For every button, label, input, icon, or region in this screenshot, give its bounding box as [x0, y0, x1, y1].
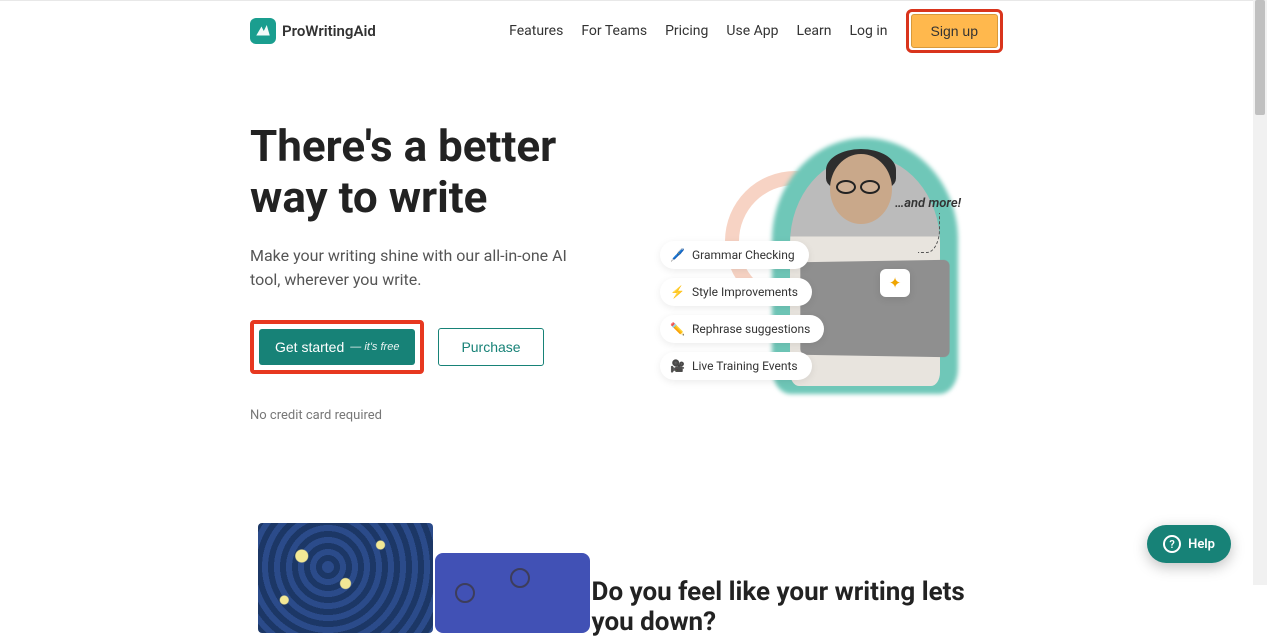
nav-features[interactable]: Features: [509, 23, 563, 39]
camera-icon: 🎥: [670, 359, 684, 373]
main-nav: Features For Teams Pricing Use App Learn…: [509, 9, 1003, 53]
nav-for-teams[interactable]: For Teams: [581, 23, 647, 39]
and-more-label: …and more!: [895, 196, 961, 211]
scrollbar-thumb[interactable]: [1255, 0, 1265, 115]
section-two: Do you feel like your writing lets you d…: [0, 423, 1253, 643]
hero-copy: There's a better way to write Make your …: [250, 121, 620, 423]
nav-learn[interactable]: Learn: [796, 23, 831, 39]
chip-grammar: 🖊️ Grammar Checking: [660, 241, 809, 269]
art-illustration: [250, 523, 532, 643]
chip-label: Rephrase suggestions: [692, 322, 810, 336]
cta-row: Get started — it's free Purchase: [250, 320, 620, 374]
header: ProWritingAid Features For Teams Pricing…: [0, 1, 1253, 61]
chip-label: Grammar Checking: [692, 248, 795, 262]
glasses-icon: [836, 180, 886, 194]
help-icon: ?: [1163, 535, 1181, 553]
signup-highlight-box: Sign up: [906, 9, 1003, 53]
pen-icon: 🖊️: [670, 248, 684, 262]
brand-name: ProWritingAid: [282, 22, 376, 40]
sparkle-icon: ✦: [880, 269, 910, 297]
chip-rephrase: ✏️ Rephrase suggestions: [660, 315, 824, 343]
hero-subhead: Make your writing shine with our all-in-…: [250, 244, 580, 292]
pencil-icon: ✏️: [670, 322, 684, 336]
purchase-button[interactable]: Purchase: [438, 328, 543, 366]
signup-button[interactable]: Sign up: [911, 14, 998, 48]
no-credit-note: No credit card required: [250, 408, 620, 423]
help-label: Help: [1188, 537, 1215, 552]
get-started-button[interactable]: Get started — it's free: [259, 329, 415, 365]
hero-headline: There's a better way to write: [250, 121, 620, 222]
bolt-icon: ⚡: [670, 285, 684, 299]
chip-label: Live Training Events: [692, 359, 798, 373]
section2-headline: Do you feel like your writing lets you d…: [592, 577, 1003, 637]
chip-label: Style Improvements: [692, 285, 798, 299]
chip-training: 🎥 Live Training Events: [660, 352, 812, 380]
scrollbar[interactable]: [1253, 0, 1267, 585]
chip-style: ⚡ Style Improvements: [660, 278, 812, 306]
get-started-sublabel: — it's free: [350, 341, 399, 353]
nav-login[interactable]: Log in: [850, 23, 888, 39]
logo[interactable]: ProWritingAid: [250, 18, 376, 44]
get-started-label: Get started: [275, 339, 344, 355]
hero-section: There's a better way to write Make your …: [0, 61, 1253, 423]
blue-card-icon: [435, 553, 590, 633]
logo-mark-icon: [250, 18, 276, 44]
nav-pricing[interactable]: Pricing: [665, 23, 708, 39]
feature-chips: 🖊️ Grammar Checking ⚡ Style Improvements…: [660, 241, 824, 380]
starry-night-icon: [258, 523, 433, 633]
nav-use-app[interactable]: Use App: [726, 23, 778, 39]
getstarted-highlight-box: Get started — it's free: [250, 320, 424, 374]
hero-illustration: …and more! ✦ 🖊️ Grammar Checking ⚡ Style…: [660, 121, 1003, 423]
help-button[interactable]: ? Help: [1147, 525, 1231, 563]
